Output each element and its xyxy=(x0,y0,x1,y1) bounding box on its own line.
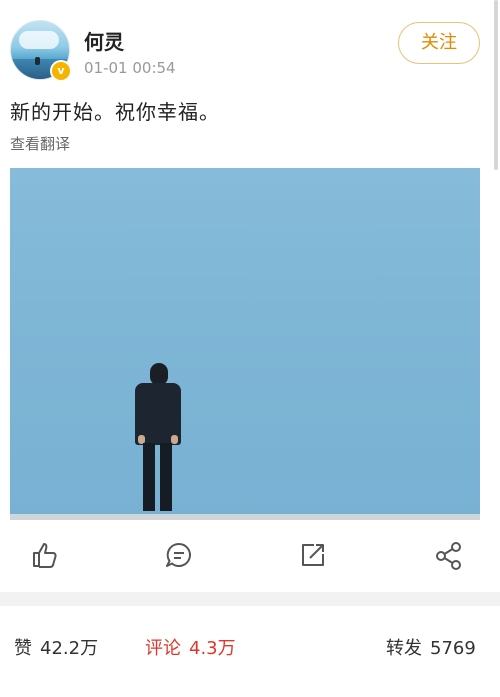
man-right-hand xyxy=(171,435,178,444)
comments-tab[interactable]: 评论 4.3万 xyxy=(145,634,236,660)
comment-button[interactable] xyxy=(162,538,196,572)
man-head xyxy=(150,363,168,385)
post-time: 01-01 00:54 xyxy=(84,59,176,77)
like-icon xyxy=(33,543,57,568)
username[interactable]: 何灵 xyxy=(84,26,124,55)
post-text: 新的开始。祝你幸福。 xyxy=(10,100,220,124)
repost-button[interactable] xyxy=(296,538,330,572)
comments-label: 评论 xyxy=(145,638,181,659)
likes-count: 42.2万 xyxy=(40,638,99,659)
scrollbar[interactable] xyxy=(494,0,498,170)
share-icon xyxy=(436,542,461,570)
man-left-leg xyxy=(143,443,155,511)
repost-icon xyxy=(302,544,324,566)
reposts-tab[interactable]: 转发 5769 xyxy=(386,634,476,660)
reposts-count: 5769 xyxy=(430,638,476,659)
like-button[interactable] xyxy=(27,538,61,572)
likes-tab[interactable]: 赞 42.2万 xyxy=(14,634,98,660)
man-silhouette xyxy=(135,363,181,515)
avatar-cloud xyxy=(19,31,59,49)
ground-strip xyxy=(10,514,480,520)
section-divider xyxy=(0,592,500,606)
post-image[interactable] xyxy=(10,168,480,520)
reposts-label: 转发 xyxy=(386,638,422,659)
translate-link[interactable]: 查看翻译 xyxy=(10,133,70,154)
man-right-leg xyxy=(160,443,172,511)
comments-count: 4.3万 xyxy=(189,638,236,659)
avatar-person xyxy=(35,57,40,65)
likes-label: 赞 xyxy=(14,638,32,659)
follow-button[interactable]: 关注 xyxy=(398,22,480,64)
verified-badge-icon: v xyxy=(50,60,72,82)
comment-icon xyxy=(166,542,191,567)
share-button[interactable] xyxy=(432,538,466,572)
